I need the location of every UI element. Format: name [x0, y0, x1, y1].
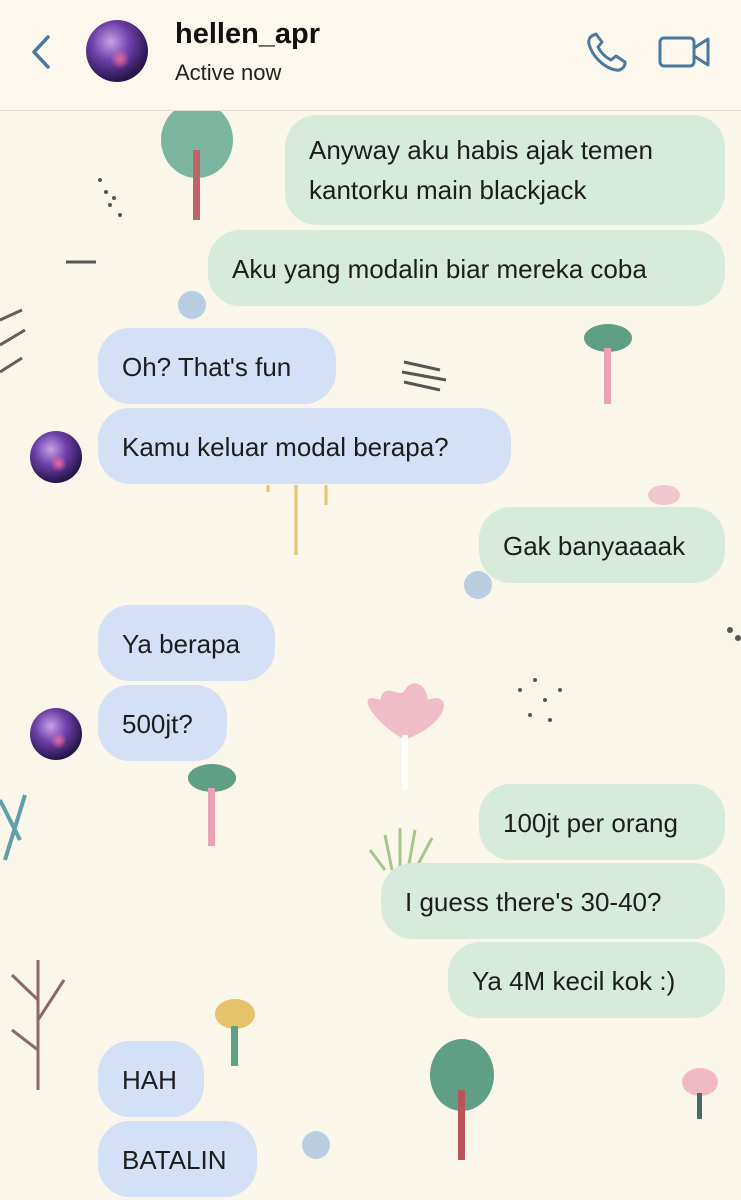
avatar[interactable] — [30, 708, 82, 760]
message-bubble-incoming[interactable]: Oh? That's fun — [98, 328, 336, 404]
avatar[interactable] — [86, 20, 148, 82]
video-call-button[interactable] — [656, 30, 714, 74]
back-button[interactable] — [24, 30, 58, 74]
message-bubble-incoming[interactable]: Ya berapa — [98, 605, 275, 681]
message-bubble-outgoing[interactable]: Anyway aku habis ajak temen kantorku mai… — [285, 115, 725, 225]
chat-header: hellen_apr Active now — [0, 0, 741, 111]
message-bubble-outgoing[interactable]: I guess there's 30-40? — [381, 863, 725, 939]
message-bubble-incoming[interactable]: Kamu keluar modal berapa? — [98, 408, 511, 484]
chevron-left-icon — [32, 35, 50, 69]
contact-status: Active now — [175, 60, 282, 85]
contact-name[interactable]: hellen_apr — [175, 18, 320, 51]
avatar[interactable] — [30, 431, 82, 483]
video-camera-icon — [658, 36, 710, 68]
call-button[interactable] — [584, 30, 632, 74]
message-bubble-incoming[interactable]: HAH — [98, 1041, 204, 1117]
message-list: Anyway aku habis ajak temen kantorku mai… — [0, 0, 741, 1200]
message-bubble-outgoing[interactable]: Aku yang modalin biar mereka coba — [208, 230, 725, 306]
message-bubble-outgoing[interactable]: 100jt per orang — [479, 784, 725, 860]
message-bubble-outgoing[interactable]: Ya 4M kecil kok :) — [448, 942, 725, 1018]
message-bubble-outgoing[interactable]: Gak banyaaaak — [479, 507, 725, 583]
message-bubble-incoming[interactable]: 500jt? — [98, 685, 227, 761]
phone-icon — [587, 32, 627, 72]
message-bubble-incoming[interactable]: BATALIN — [98, 1121, 257, 1197]
